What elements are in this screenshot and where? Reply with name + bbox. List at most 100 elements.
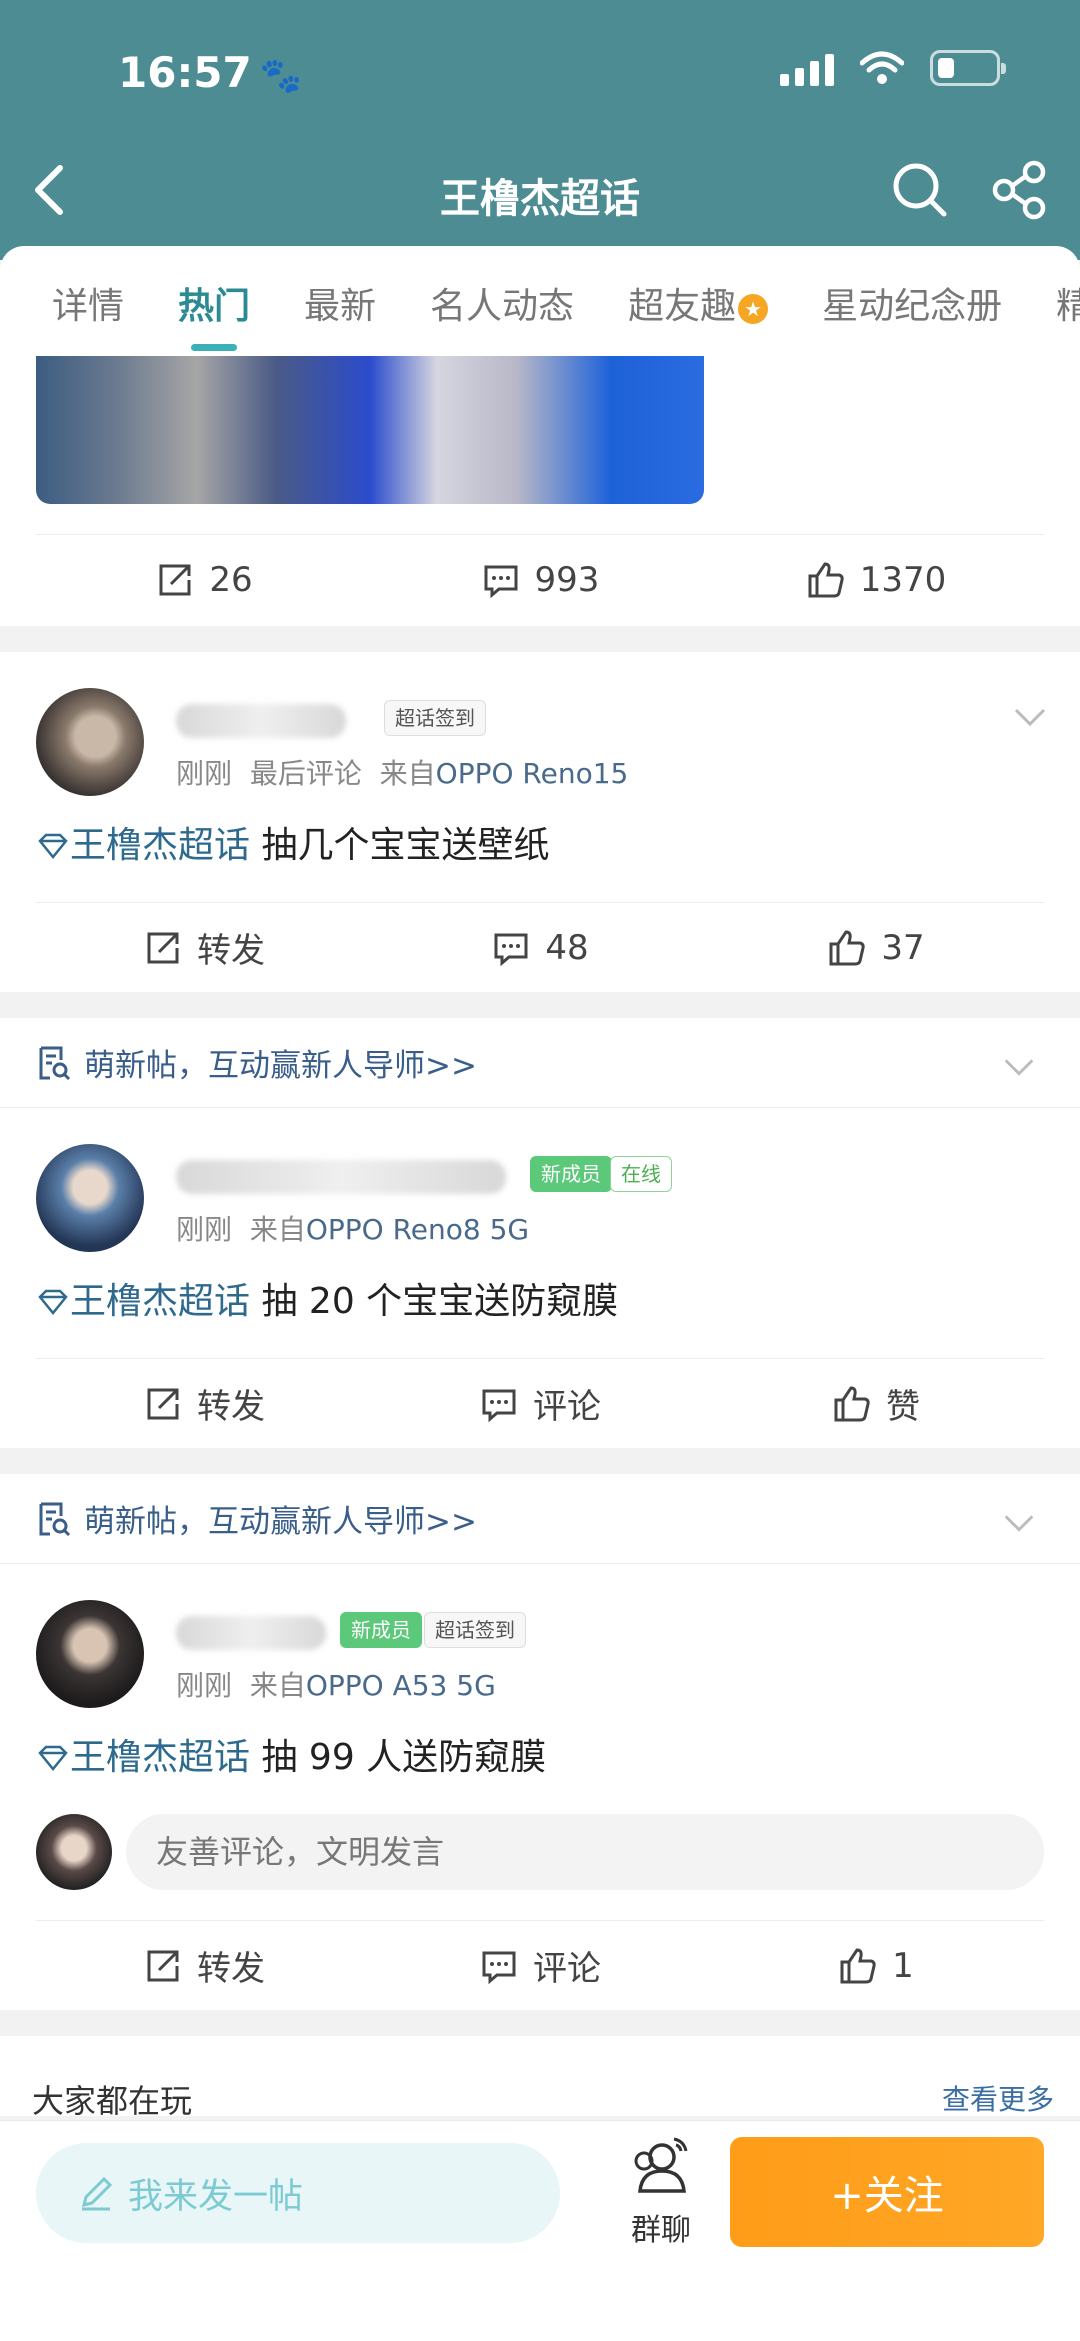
- share-icon[interactable]: [990, 160, 1050, 220]
- newbie-promo[interactable]: 萌新帖，互动赢新人导师>>: [0, 1018, 1080, 1108]
- checkin-badge: 超话签到: [384, 700, 486, 736]
- thumbs-up-icon: [829, 929, 866, 965]
- action-bar: 26 993 1370: [36, 534, 1044, 624]
- like-label: 赞: [886, 1387, 920, 1427]
- document-icon: [39, 1046, 71, 1080]
- signal-icon: [780, 50, 834, 86]
- post-meta: 刚刚 来自OPPO Reno8 5G: [176, 1208, 529, 1248]
- tab-featured[interactable]: 精: [1056, 273, 1080, 329]
- like-button[interactable]: 37: [708, 928, 1044, 968]
- post-time: 刚刚: [176, 1669, 233, 1702]
- group-chat-button[interactable]: 群聊: [616, 2135, 706, 2249]
- newbie-promo[interactable]: 萌新帖，互动赢新人导师>>: [0, 1474, 1080, 1564]
- chevron-down-icon[interactable]: [1000, 1504, 1038, 1542]
- battery-icon: [930, 50, 1006, 86]
- thumbs-up-icon: [840, 1947, 876, 1983]
- repost-icon: [147, 1388, 179, 1419]
- post-time: 刚刚: [176, 1213, 233, 1246]
- tab-fun[interactable]: 超友趣 ★: [628, 273, 769, 329]
- chevron-down-icon[interactable]: [1010, 702, 1050, 732]
- comment-input[interactable]: 友善评论，文明发言: [126, 1814, 1044, 1890]
- post-extra: 最后评论: [249, 757, 362, 790]
- status-time: 16:57 🐾: [118, 48, 302, 97]
- avatar[interactable]: [36, 1600, 144, 1708]
- device-link[interactable]: OPPO A53 5G: [306, 1669, 496, 1702]
- post-card: 萌新帖，互动赢新人导师>> 新成员 超话签到 刚刚 来自OPPO A53 5G …: [0, 1474, 1080, 2010]
- repost-button[interactable]: 转发: [36, 1379, 372, 1428]
- avatar[interactable]: [36, 1144, 144, 1252]
- like-button[interactable]: 1370: [708, 560, 1044, 600]
- repost-button[interactable]: 26: [36, 560, 372, 600]
- comment-button[interactable]: 评论: [372, 1941, 708, 1990]
- like-button[interactable]: 1: [708, 1946, 1044, 1986]
- tab-album[interactable]: 星动纪念册: [822, 273, 1002, 329]
- avatar[interactable]: [36, 688, 144, 796]
- post-body: 抽 20 个宝宝送防窥膜: [261, 1281, 619, 1322]
- see-more-link[interactable]: 查看更多: [942, 2078, 1054, 2116]
- post-from: 来自: [249, 1213, 306, 1246]
- post-card: 萌新帖，互动赢新人导师>> 新成员 在线 刚刚 来自OPPO Reno8 5G …: [0, 1018, 1080, 1448]
- post-meta: 刚刚 来自OPPO A53 5G: [176, 1664, 496, 1704]
- promo-text: 萌新帖，互动赢新人导师>>: [84, 1504, 477, 1540]
- tab-celebrity[interactable]: 名人动态: [430, 273, 574, 329]
- post-from: 来自: [379, 757, 436, 790]
- action-bar: 转发 评论 赞: [36, 1358, 1044, 1448]
- others-section: 大家都在玩 查看更多: [0, 2036, 1080, 2116]
- chevron-down-icon[interactable]: [1000, 1048, 1038, 1086]
- feed: 26 993 1370 超话签到 刚刚 最后评论 来自OPPO Reno15 王: [0, 356, 1080, 2116]
- repost-label: 转发: [197, 1949, 265, 1989]
- topic-link[interactable]: 王橹杰超话: [70, 1737, 250, 1778]
- header: 16:57 🐾 王橹杰超话: [0, 0, 1080, 260]
- post-text[interactable]: 王橹杰超话 抽几个宝宝送壁纸: [0, 776, 1080, 902]
- comment-button[interactable]: 48: [372, 928, 708, 968]
- tab-details[interactable]: 详情: [52, 273, 124, 329]
- action-bar: 转发 评论 1: [36, 1920, 1044, 2010]
- like-button[interactable]: 赞: [708, 1379, 1044, 1428]
- compose-button[interactable]: 我来发一帖: [36, 2143, 560, 2243]
- post-body: 抽 99 人送防窥膜: [261, 1737, 547, 1778]
- tab-latest[interactable]: 最新: [304, 273, 376, 329]
- follow-button[interactable]: +关注: [730, 2137, 1044, 2247]
- topic-link[interactable]: 王橹杰超话: [70, 825, 250, 866]
- username[interactable]: [176, 1616, 326, 1650]
- comment-count: 48: [545, 927, 589, 968]
- comment-icon: [482, 1951, 516, 1984]
- comment-button[interactable]: 评论: [372, 1379, 708, 1428]
- repost-button[interactable]: 转发: [36, 1941, 372, 1990]
- online-badge: 在线: [610, 1156, 672, 1192]
- device-link[interactable]: OPPO Reno8 5G: [306, 1213, 529, 1246]
- post-from: 来自: [249, 1669, 306, 1702]
- post-text[interactable]: 王橹杰超话 抽 99 人送防窥膜: [0, 1688, 1080, 1814]
- document-icon: [39, 1502, 71, 1536]
- diamond-icon: [38, 1289, 68, 1315]
- topic-link[interactable]: 王橹杰超话: [70, 1281, 250, 1322]
- like-count: 1: [892, 1945, 914, 1986]
- post-image[interactable]: [36, 356, 704, 504]
- tab-hot[interactable]: 热门: [178, 273, 250, 329]
- post-meta: 刚刚 最后评论 来自OPPO Reno15: [176, 752, 628, 792]
- tab-fun-label: 超友趣: [628, 286, 737, 327]
- repost-button[interactable]: 转发: [36, 923, 372, 972]
- username[interactable]: [176, 704, 346, 738]
- section-title: 大家都在玩: [32, 2082, 193, 2116]
- comment-count: 993: [534, 559, 600, 600]
- pencil-icon: [81, 2176, 113, 2211]
- group-chat-icon: [634, 2137, 688, 2193]
- repost-label: 转发: [197, 1387, 265, 1427]
- comment-label: 评论: [533, 1949, 601, 1989]
- post-text[interactable]: 王橹杰超话 抽 20 个宝宝送防窥膜: [0, 1232, 1080, 1358]
- new-member-badge: 新成员: [530, 1156, 612, 1192]
- comment-icon: [484, 565, 518, 598]
- device-link[interactable]: OPPO Reno15: [436, 757, 629, 790]
- thumbs-up-icon: [808, 561, 844, 597]
- comment-label: 评论: [533, 1387, 601, 1427]
- search-icon[interactable]: [890, 160, 950, 220]
- status-icons: [780, 50, 1006, 86]
- username[interactable]: [176, 1160, 506, 1194]
- like-count: 1370: [859, 559, 947, 600]
- new-member-badge: 新成员: [340, 1612, 422, 1648]
- paw-icon: 🐾: [259, 56, 303, 96]
- comment-button[interactable]: 993: [372, 560, 708, 600]
- repost-icon: [147, 932, 179, 963]
- diamond-icon: [38, 833, 68, 859]
